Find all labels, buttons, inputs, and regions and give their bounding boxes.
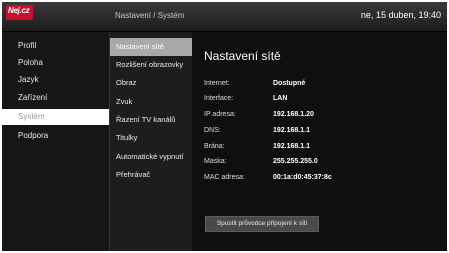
- sidebar-item-label: Systém: [18, 112, 45, 121]
- brand-logo: Nej.cz: [6, 5, 33, 20]
- info-value: 192.168.1.20: [273, 111, 314, 118]
- breadcrumb: Nastavení / Systém: [115, 11, 185, 20]
- sidebar-item-label: Poloha: [18, 58, 43, 67]
- settings-sidebar: Profil Poloha Jazyk Zařízení Systém Podp…: [2, 32, 109, 251]
- submenu-item-subtitles[interactable]: Titulky: [110, 129, 192, 147]
- submenu-item-resolution[interactable]: Rozlišení obrazovky: [110, 56, 192, 74]
- info-label: MAC adresa:: [204, 174, 245, 181]
- info-value: 192.168.1.1: [273, 127, 310, 134]
- info-label: Internet:: [204, 80, 230, 87]
- brand-logo-text: Nej.cz: [8, 6, 30, 15]
- submenu-item-player[interactable]: Přehrávač: [110, 166, 192, 184]
- info-label: Maska:: [204, 158, 227, 165]
- sidebar-item-profil[interactable]: Profil: [2, 38, 109, 54]
- info-value: 192.168.1.1: [273, 143, 310, 150]
- sidebar-item-poloha[interactable]: Poloha: [2, 55, 109, 71]
- sidebar-item-label: Profil: [18, 41, 37, 50]
- sidebar-item-zarizeni[interactable]: Zařízení: [2, 90, 109, 106]
- submenu-item-label: Obraz: [116, 78, 137, 87]
- submenu-item-label: Rozlišení obrazovky: [116, 60, 184, 69]
- date-time: ne, 15 duben, 19:40: [360, 10, 441, 20]
- submenu-item-label: Řazení TV kanálů: [116, 115, 176, 124]
- info-label: Interface:: [204, 95, 234, 102]
- info-label: Brána:: [204, 143, 225, 150]
- info-value: LAN: [273, 95, 288, 102]
- submenu-item-channel-order[interactable]: Řazení TV kanálů: [110, 111, 192, 129]
- panel-title: Nastavení sítě: [204, 49, 281, 63]
- network-settings-panel: Nastavení sítě Internet: Dostupné Interf…: [192, 32, 447, 251]
- info-value: 00:1a:d0:45:37:8c: [273, 174, 332, 181]
- submenu-item-picture[interactable]: Obraz: [110, 74, 192, 92]
- submenu-item-network[interactable]: Nastavení sítě: [110, 38, 192, 56]
- info-label: DNS:: [204, 127, 221, 134]
- info-value: Dostupné: [273, 80, 306, 87]
- sidebar-item-podpora[interactable]: Podpora: [2, 128, 109, 144]
- submenu-item-auto-off[interactable]: Automatické vypnutí: [110, 148, 192, 166]
- submenu-item-label: Zvuk: [116, 97, 133, 106]
- info-label: IP adresa:: [204, 111, 236, 118]
- submenu-item-label: Nastavení sítě: [116, 42, 164, 51]
- info-value: 255.255.255.0: [273, 158, 318, 165]
- sidebar-item-label: Podpora: [18, 131, 49, 140]
- system-submenu: Nastavení sítě Rozlišení obrazovky Obraz…: [109, 32, 193, 251]
- submenu-item-label: Automatické vypnutí: [116, 152, 184, 161]
- submenu-item-label: Přehrávač: [116, 170, 151, 179]
- submenu-item-label: Titulky: [116, 133, 138, 142]
- network-wizard-button[interactable]: Spustit průvodce připojení k síti: [205, 216, 319, 232]
- top-bar: Nej.cz Nastavení / Systém ne, 15 duben, …: [2, 2, 447, 32]
- submenu-item-sound[interactable]: Zvuk: [110, 93, 192, 111]
- sidebar-item-system[interactable]: Systém: [2, 109, 109, 125]
- tv-screen: Nej.cz Nastavení / Systém ne, 15 duben, …: [2, 2, 447, 251]
- sidebar-item-jazyk[interactable]: Jazyk: [2, 72, 109, 88]
- sidebar-item-label: Zařízení: [18, 93, 48, 102]
- sidebar-item-label: Jazyk: [18, 75, 39, 84]
